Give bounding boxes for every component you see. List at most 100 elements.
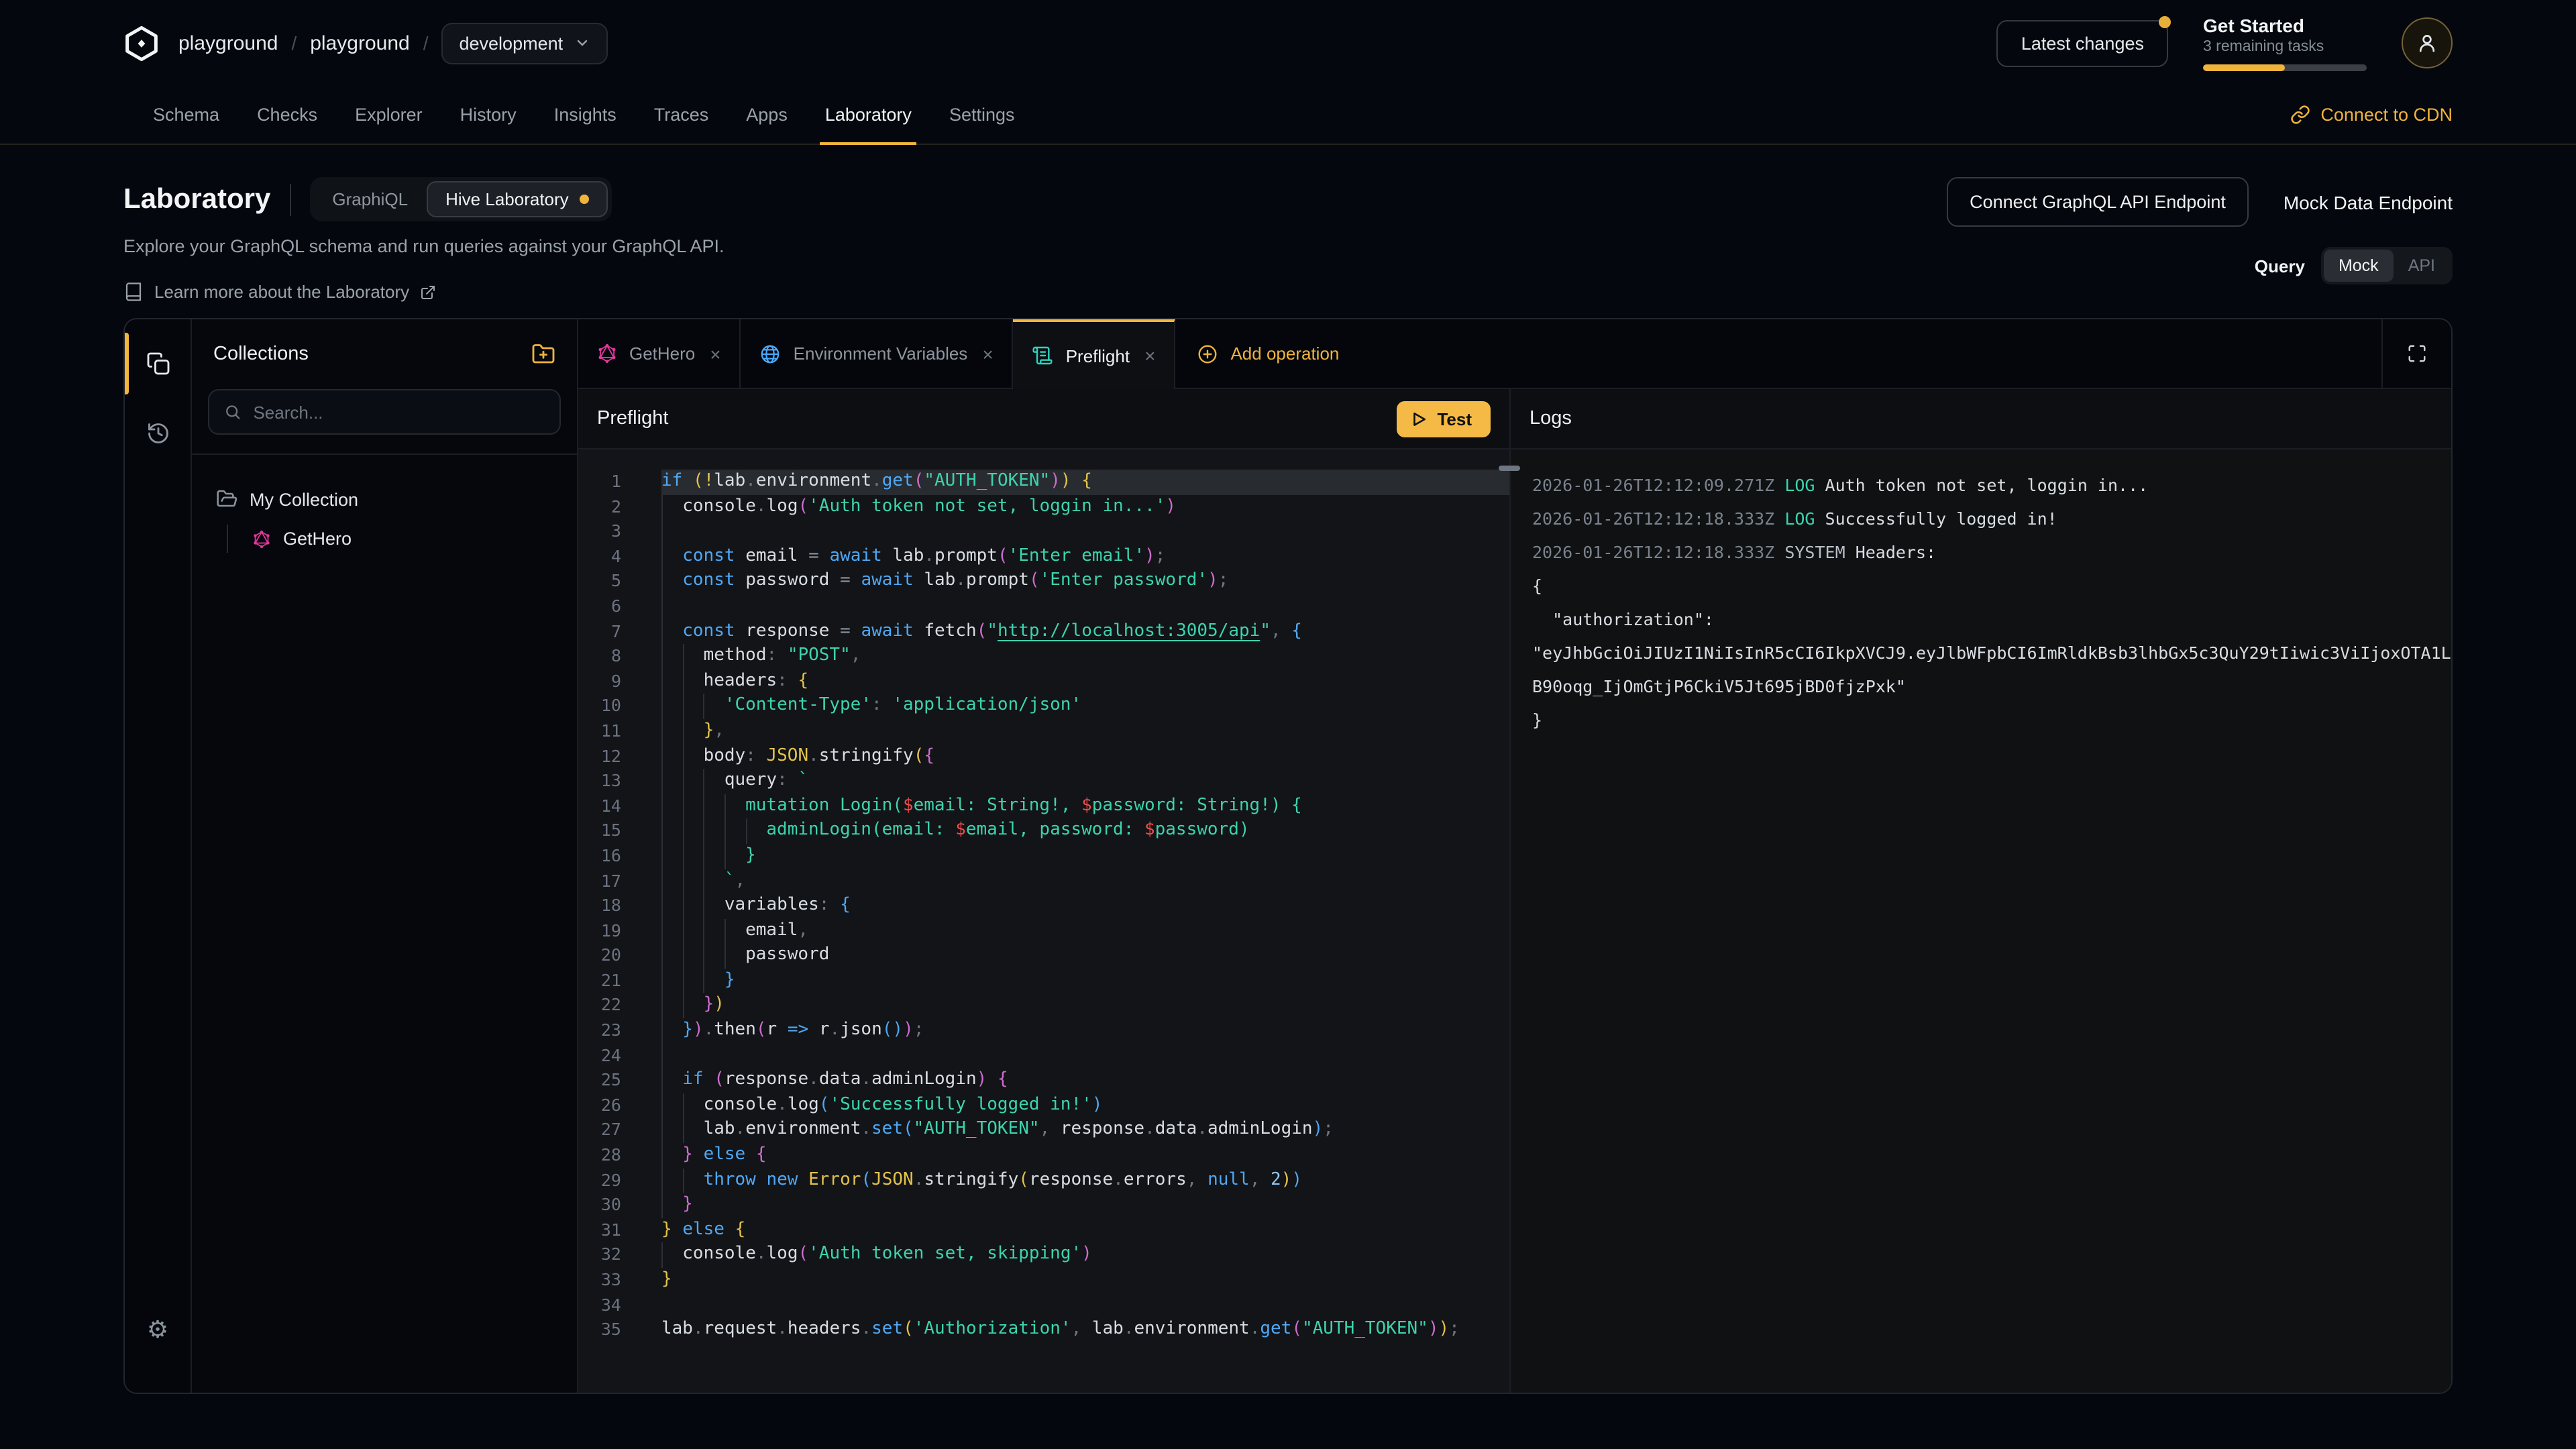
rail-collections-button[interactable]	[125, 338, 191, 389]
code-line: 1if (!lab.environment.get("AUTH_TOKEN"))…	[578, 470, 1509, 494]
code-line: 31} else {	[578, 1218, 1509, 1243]
rail-settings-button[interactable]: ⚙	[125, 1304, 191, 1355]
code-line: 12body: JSON.stringify({	[578, 744, 1509, 769]
query-target-api[interactable]: API	[2394, 250, 2450, 282]
breadcrumb-project[interactable]: playground	[310, 32, 409, 54]
get-started-progress	[2203, 64, 2367, 71]
get-started-title: Get Started	[2203, 15, 2367, 36]
hive-logo-icon[interactable]	[123, 25, 160, 61]
connect-to-cdn-label: Connect to CDN	[2320, 105, 2453, 125]
breadcrumb-separator: /	[291, 32, 297, 54]
collection-operation-gethero[interactable]: GetHero	[247, 525, 558, 553]
user-avatar[interactable]	[2402, 17, 2453, 68]
code-line: 33}	[578, 1268, 1509, 1293]
logs-panel-title: Logs	[1529, 408, 1572, 429]
query-target-mock[interactable]: Mock	[2324, 250, 2394, 282]
code-line: 18variables: {	[578, 894, 1509, 918]
close-icon[interactable]: ×	[1144, 345, 1155, 366]
code-line: 27lab.environment.set("AUTH_TOKEN", resp…	[578, 1118, 1509, 1143]
gear-icon: ⚙	[147, 1316, 168, 1344]
test-button[interactable]: Test	[1397, 400, 1491, 437]
nav-items: SchemaChecksExplorerHistoryInsightsTrace…	[134, 86, 1034, 144]
code-line: 21}	[578, 969, 1509, 994]
rail-history-button[interactable]	[125, 408, 191, 459]
nav-item-settings[interactable]: Settings	[930, 86, 1034, 144]
nav-item-traces[interactable]: Traces	[635, 86, 728, 144]
code-line: 29throw new Error(JSON.stringify(respons…	[578, 1168, 1509, 1193]
page-head: Laboratory GraphiQL Hive Laboratory Expl…	[0, 145, 2576, 302]
fullscreen-button[interactable]	[2381, 319, 2451, 388]
preflight-panel-title: Preflight	[597, 408, 668, 429]
mode-option-graphiql[interactable]: GraphiQL	[313, 181, 427, 217]
external-link-icon	[420, 284, 436, 300]
log-raw-line: "eyJhbGciOiJIUzI1NiIsInR5cCI6IkpXVCJ9.ey…	[1532, 636, 2451, 669]
tab-label: Environment Variables	[794, 343, 968, 364]
globe-icon	[760, 343, 782, 364]
nav-item-insights[interactable]: Insights	[535, 86, 635, 144]
connect-graphql-endpoint-button[interactable]: Connect GraphQL API Endpoint	[1947, 177, 2249, 227]
lab-mode-toggle: GraphiQL Hive Laboratory	[309, 177, 611, 221]
collection-folder[interactable]: My Collection	[211, 484, 558, 514]
fullscreen-icon	[2407, 343, 2427, 364]
search-icon	[224, 402, 241, 421]
learn-more-link[interactable]: Learn more about the Laboratory	[123, 282, 724, 302]
add-operation-button[interactable]: Add operation	[1175, 319, 1360, 388]
code-line: 30}	[578, 1193, 1509, 1218]
latest-changes-button[interactable]: Latest changes	[1997, 19, 2168, 66]
mode-option-hive-laboratory[interactable]: Hive Laboratory	[427, 181, 608, 217]
collections-search-input[interactable]	[253, 402, 545, 422]
code-editor[interactable]: 1if (!lab.environment.get("AUTH_TOKEN"))…	[578, 449, 1509, 1393]
code-line: 23}).then(r => r.json());	[578, 1018, 1509, 1043]
test-button-label: Test	[1437, 409, 1472, 429]
close-icon[interactable]: ×	[982, 343, 993, 364]
work-body: Preflight Test 1if (!lab.environment.get…	[578, 389, 2451, 1393]
laboratory-panel: ⚙ Collections My Collection	[123, 318, 2453, 1394]
code-line: 17`,	[578, 869, 1509, 894]
code-line: 2console.log('Auth token not set, loggin…	[578, 494, 1509, 519]
panel-resize-handle[interactable]	[1499, 466, 1520, 471]
tab-gethero[interactable]: GetHero ×	[578, 319, 741, 388]
project-nav: SchemaChecksExplorerHistoryInsightsTrace…	[0, 86, 2576, 145]
code-line: 13query: `	[578, 769, 1509, 794]
logs-output[interactable]: 2026-01-26T12:12:09.271Z LOG Auth token …	[1511, 449, 2451, 1393]
top-header: playground / playground / development La…	[0, 0, 2576, 86]
nav-item-apps[interactable]: Apps	[727, 86, 806, 144]
query-toggle-label: Query	[2255, 256, 2305, 276]
notification-dot	[2159, 15, 2171, 28]
nav-item-laboratory[interactable]: Laboratory	[806, 86, 930, 144]
nav-item-explorer[interactable]: Explorer	[336, 86, 441, 144]
close-icon[interactable]: ×	[710, 343, 720, 364]
header-actions: Latest changes Get Started 3 remaining t…	[1997, 15, 2453, 71]
nav-item-checks[interactable]: Checks	[238, 86, 336, 144]
breadcrumb-org[interactable]: playground	[178, 32, 278, 54]
tab-preflight[interactable]: Preflight ×	[1014, 319, 1176, 389]
code-line: 7const response = await fetch("http://lo…	[578, 619, 1509, 644]
code-line: 24	[578, 1043, 1509, 1068]
code-line: 15adminLogin(email: $email, password: $p…	[578, 819, 1509, 844]
code-line: 10'Content-Type': 'application/json'	[578, 694, 1509, 719]
collections-tree: My Collection GetHero	[192, 455, 577, 582]
nav-item-history[interactable]: History	[441, 86, 535, 144]
tab-environment-variables[interactable]: Environment Variables ×	[741, 319, 1014, 388]
nav-item-schema[interactable]: Schema	[134, 86, 238, 144]
breadcrumb-separator: /	[423, 32, 429, 54]
mock-data-endpoint-label[interactable]: Mock Data Endpoint	[2284, 191, 2453, 213]
mode-option-label: Hive Laboratory	[445, 189, 569, 209]
target-selector[interactable]: development	[442, 22, 608, 64]
code-line: 35lab.request.headers.set('Authorization…	[578, 1318, 1509, 1342]
logs-panel: Logs 2026-01-26T12:12:09.271Z LOG Auth t…	[1509, 389, 2451, 1393]
collections-search[interactable]	[208, 389, 561, 435]
code-line: 3	[578, 519, 1509, 544]
learn-more-label: Learn more about the Laboratory	[154, 282, 409, 302]
get-started-widget[interactable]: Get Started 3 remaining tasks	[2203, 15, 2367, 71]
app-root: playground / playground / development La…	[0, 0, 2576, 1449]
page-subtitle: Explore your GraphQL schema and run quer…	[123, 236, 724, 256]
script-icon	[1032, 345, 1054, 366]
log-entry: 2026-01-26T12:12:18.333Z LOG Successfull…	[1532, 502, 2451, 535]
code-line: 26console.log('Successfully logged in!')	[578, 1093, 1509, 1118]
new-collection-folder-plus-icon[interactable]	[531, 342, 555, 366]
code-line: 6	[578, 594, 1509, 619]
code-line: 5const password = await lab.prompt('Ente…	[578, 570, 1509, 594]
tab-bar: GetHero × Environment Variables × Prefli…	[578, 319, 2451, 389]
connect-to-cdn-link[interactable]: Connect to CDN	[2290, 86, 2453, 144]
